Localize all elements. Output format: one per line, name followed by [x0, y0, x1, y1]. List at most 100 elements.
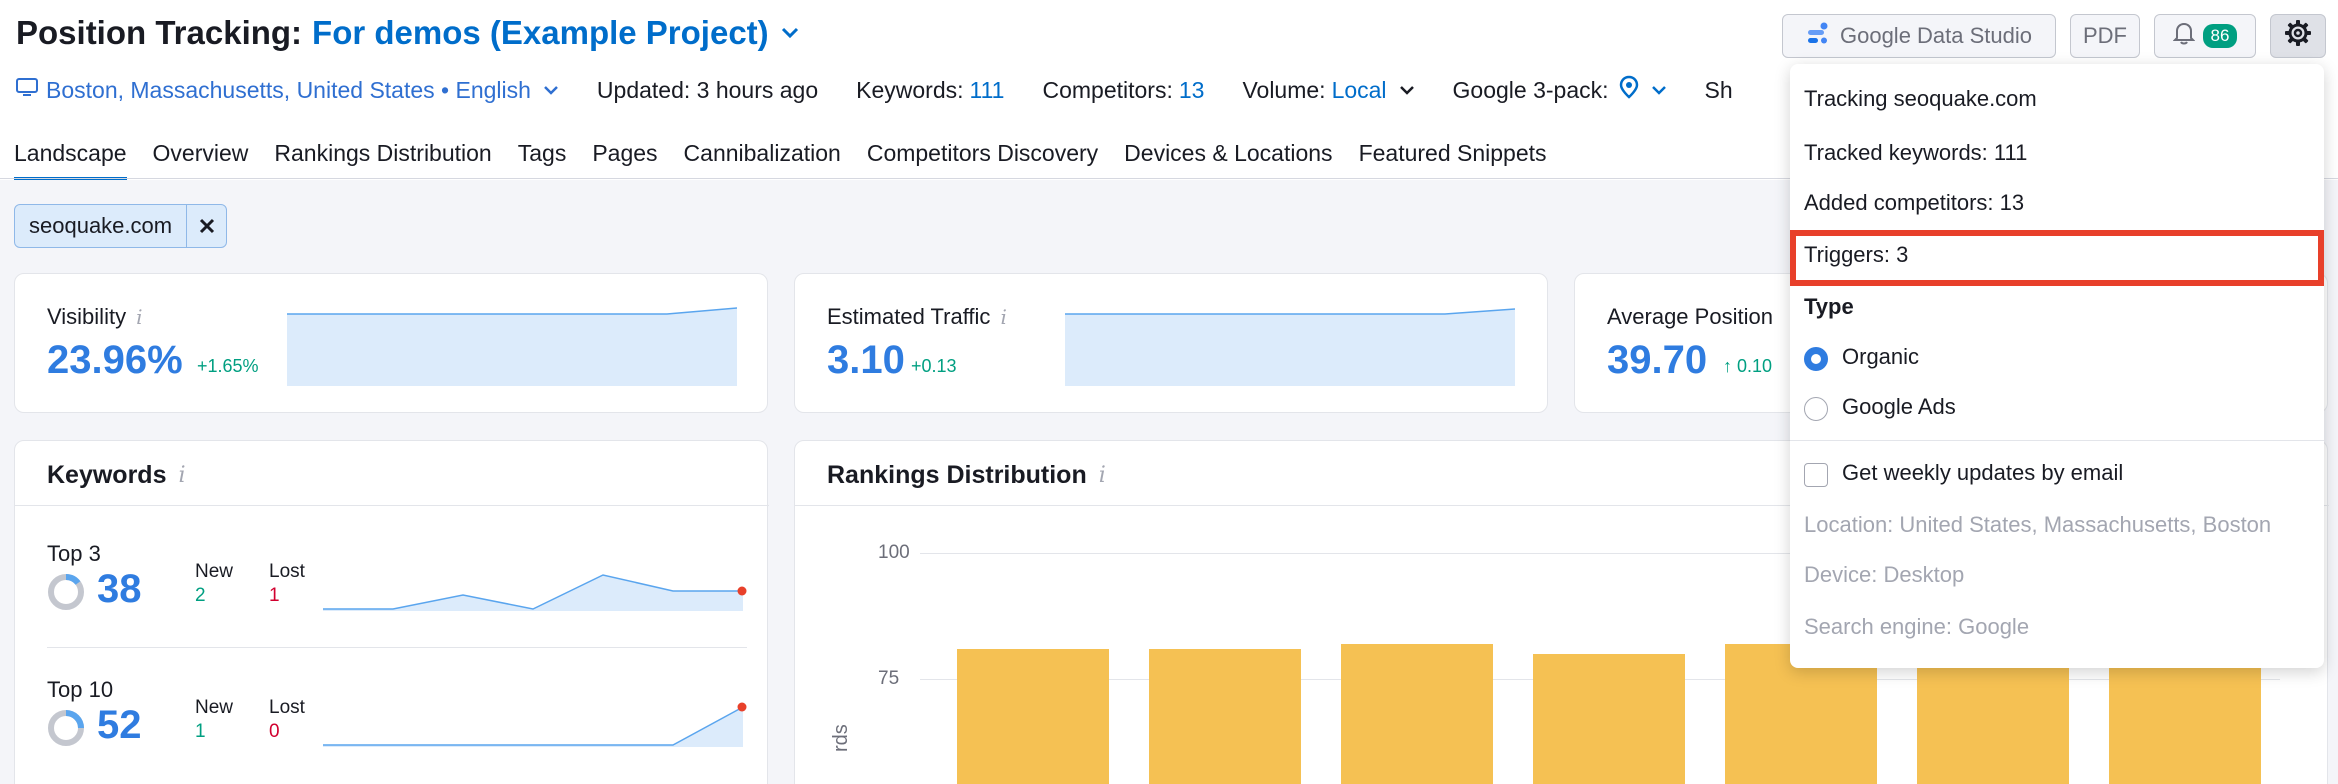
type-organic-label[interactable]: Organic: [1842, 344, 1919, 370]
keywords-top10-row[interactable]: Top 10 52 New 1 Lost 0: [47, 677, 747, 784]
chart-bar[interactable]: [1533, 653, 1685, 784]
radio-google-ads[interactable]: [1804, 397, 1828, 421]
tab-devices-locations[interactable]: Devices & Locations: [1124, 132, 1332, 180]
position-value: 39.70: [1607, 338, 1708, 382]
data-studio-icon: [1806, 21, 1830, 51]
domain-filter-chip[interactable]: seoquake.com: [14, 204, 228, 248]
traffic-title: Estimated Traffic: [827, 304, 991, 329]
visibility-card: Visibility i 23.96% +1.65%: [14, 273, 768, 413]
chart-bar[interactable]: [2109, 648, 2261, 784]
location-label: Boston, Massachusetts, United States • E…: [46, 76, 531, 103]
top10-label: Top 10: [47, 677, 114, 702]
domain-filter-label: seoquake.com: [29, 213, 173, 238]
tab-bar: Landscape Overview Rankings Distribution…: [14, 132, 1573, 180]
project-selector[interactable]: For demos (Example Project): [312, 14, 769, 52]
traffic-value: 3.10: [827, 338, 905, 382]
top10-donut: [48, 710, 84, 746]
pdf-export-button[interactable]: PDF: [2070, 14, 2140, 58]
settings-dropdown: Tracking seoquake.com Tracked keywords: …: [1790, 64, 2324, 668]
triggers-highlight-box: [1790, 230, 2324, 286]
map-pin-icon: [1619, 75, 1639, 105]
top10-sparkline: [323, 702, 747, 747]
top3-lost-value: 1: [269, 585, 280, 606]
tab-cannibalization[interactable]: Cannibalization: [684, 132, 841, 180]
volume-selector[interactable]: Volume: Local: [1242, 77, 1414, 104]
chart-bar[interactable]: [957, 648, 1109, 784]
row-divider: [47, 647, 747, 648]
traffic-sparkline: [1065, 308, 1515, 386]
top3-new-value: 2: [195, 585, 206, 606]
weekly-updates-checkbox[interactable]: [1804, 463, 1828, 487]
estimated-traffic-card: Estimated Traffic i 3.10 +0.13: [794, 273, 1548, 413]
top3-label: Top 3: [47, 541, 101, 566]
settings-button[interactable]: [2270, 14, 2326, 58]
project-meta-bar: Boston, Massachusetts, United States • E…: [16, 70, 1771, 110]
close-icon[interactable]: [186, 205, 226, 247]
top10-lost-value: 0: [269, 721, 280, 742]
keywords-count[interactable]: Keywords: 111: [856, 77, 1004, 104]
tab-pages[interactable]: Pages: [592, 132, 657, 180]
type-heading: Type: [1804, 294, 1854, 319]
added-competitors[interactable]: Added competitors: 13: [1804, 190, 2024, 216]
tracked-keywords[interactable]: Tracked keywords: 111: [1804, 140, 2027, 166]
top3-value: 38: [97, 567, 142, 611]
dropdown-divider: [1790, 440, 2324, 441]
weekly-updates-label[interactable]: Get weekly updates by email: [1842, 460, 2123, 486]
visibility-value: 23.96%: [47, 338, 183, 382]
updated-status: Updated: 3 hours ago: [596, 76, 819, 103]
chevron-down-icon: [543, 85, 559, 96]
location-info: Location: United States, Massachusetts, …: [1804, 512, 2272, 537]
chevron-down-icon: [1651, 85, 1667, 96]
rankings-title: Rankings Distribution: [827, 461, 1087, 489]
competitors-count[interactable]: Competitors: 13: [1042, 77, 1204, 104]
chart-bar[interactable]: [1341, 643, 1493, 784]
tab-rankings-distribution[interactable]: Rankings Distribution: [274, 132, 491, 180]
section-divider: [15, 505, 769, 506]
position-delta: ↑ 0.10: [1723, 356, 1773, 376]
chart-bar[interactable]: [1917, 648, 2069, 784]
gear-icon: [2284, 19, 2312, 53]
tracking-domain[interactable]: Tracking seoquake.com: [1804, 86, 2037, 112]
desktop-icon: [16, 77, 38, 104]
radio-organic[interactable]: [1804, 347, 1828, 371]
chevron-down-icon[interactable]: [781, 27, 799, 39]
notifications-button[interactable]: 86: [2154, 14, 2256, 58]
tab-overview[interactable]: Overview: [153, 132, 249, 180]
top10-new-value: 1: [195, 721, 206, 742]
keywords-top3-row[interactable]: Top 3 38 New 2 Lost 1: [47, 541, 747, 671]
info-icon[interactable]: i: [1000, 305, 1006, 329]
top3-sparkline: [323, 574, 747, 611]
google-3pack-selector[interactable]: Google 3-pack:: [1453, 75, 1667, 105]
type-google-ads-label[interactable]: Google Ads: [1842, 394, 1956, 420]
chart-y-axis-label: rds: [830, 724, 852, 752]
chart-bar[interactable]: [1149, 648, 1301, 784]
info-icon[interactable]: i: [136, 305, 142, 329]
info-icon[interactable]: i: [1099, 463, 1106, 488]
info-icon[interactable]: i: [178, 463, 185, 488]
visibility-delta: +1.65%: [197, 356, 259, 376]
chart-y-tick-label: 100: [878, 542, 910, 563]
title-prefix: Position Tracking:: [16, 14, 303, 51]
page-title: Position Tracking: For demos (Example Pr…: [16, 14, 799, 52]
location-selector[interactable]: Boston, Massachusetts, United States • E…: [16, 77, 559, 104]
device-info: Device: Desktop: [1804, 562, 1965, 587]
search-engine-info: Search engine: Google: [1804, 614, 2030, 639]
top3-donut: [48, 574, 84, 610]
top10-value: 52: [97, 703, 142, 747]
google-data-studio-button[interactable]: Google Data Studio: [1782, 14, 2056, 58]
keywords-title: Keywords: [47, 461, 167, 489]
chevron-down-icon: [1399, 85, 1415, 96]
tab-competitors-discovery[interactable]: Competitors Discovery: [867, 132, 1098, 180]
tab-landscape[interactable]: Landscape: [14, 132, 127, 180]
tab-tags[interactable]: Tags: [518, 132, 567, 180]
position-title: Average Position: [1607, 304, 1773, 329]
tab-featured-snippets[interactable]: Featured Snippets: [1359, 132, 1547, 180]
visibility-title: Visibility: [47, 304, 127, 329]
bell-icon: [2172, 21, 2195, 51]
traffic-delta: +0.13: [911, 356, 957, 376]
truncated-meta-item[interactable]: Sh: [1705, 77, 1733, 104]
notifications-badge: 86: [2202, 24, 2238, 48]
chart-y-tick-label: 75: [878, 668, 900, 689]
keywords-card: Keywords i Top 3 38 New 2 Lost 1 Top 10 …: [14, 440, 769, 784]
visibility-sparkline: [287, 307, 737, 386]
